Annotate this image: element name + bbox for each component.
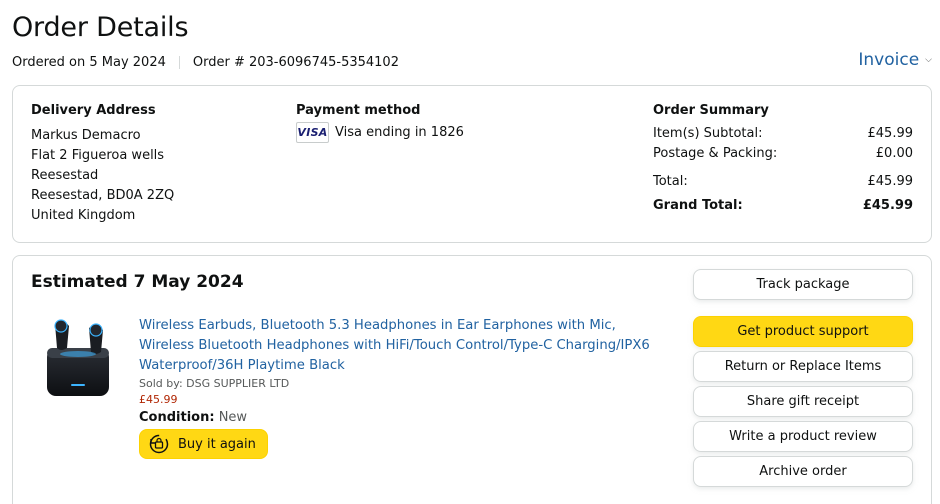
buy-again-button[interactable]: Buy it again: [139, 429, 268, 459]
track-package-button[interactable]: Track package: [693, 269, 913, 300]
summary-heading: Order Summary: [653, 103, 769, 118]
delivery-address: Delivery Address Markus Demacro Flat 2 F…: [31, 102, 174, 226]
address-line: Markus Demacro: [31, 128, 141, 143]
total-label: Total:: [653, 174, 688, 189]
payment-method: Payment method VISA Visa ending in 1826: [296, 102, 464, 143]
visa-card-icon: VISA: [296, 122, 329, 143]
invoice-dropdown[interactable]: Invoice ⌵: [858, 50, 932, 70]
postage-row: Postage & Packing: £0.00: [653, 144, 913, 164]
order-info-card: Delivery Address Markus Demacro Flat 2 F…: [12, 85, 932, 243]
grand-total-label: Grand Total:: [653, 198, 743, 213]
address-line: Flat 2 Figueroa wells: [31, 148, 165, 163]
item-price: £45.99: [139, 393, 178, 406]
estimated-delivery: Estimated 7 May 2024: [31, 272, 244, 292]
order-meta: Ordered on 5 May 2024 Order # 203-609674…: [12, 55, 399, 70]
item-condition: Condition: New: [139, 410, 247, 425]
total-row: Total: £45.99: [653, 172, 913, 192]
condition-label: Condition:: [139, 410, 215, 425]
subtotal-label: Item(s) Subtotal:: [653, 126, 763, 141]
postage-value: £0.00: [875, 146, 913, 161]
shipment-card: Estimated 7 May 2024 Wireless Earbuds, B…: [12, 255, 932, 504]
order-number: Order # 203-6096745-5354102: [192, 55, 399, 70]
address-line: United Kingdom: [31, 208, 136, 223]
address-line: Reesestad, BD0A 2ZQ: [31, 188, 175, 203]
postage-label: Postage & Packing:: [653, 146, 778, 161]
invoice-label: Invoice: [858, 50, 920, 70]
order-summary: Order Summary Item(s) Subtotal: £45.99 P…: [653, 102, 913, 216]
card-description: Visa ending in 1826: [335, 125, 464, 140]
product-title-link[interactable]: Wireless Earbuds, Bluetooth 5.3 Headphon…: [139, 316, 659, 376]
page-title: Order Details: [12, 12, 189, 43]
total-value: £45.99: [867, 174, 914, 189]
subtotal-value: £45.99: [867, 126, 914, 141]
write-review-button[interactable]: Write a product review: [693, 421, 913, 452]
address-line: Reesestad: [31, 168, 99, 183]
grand-total-value: £45.99: [862, 198, 913, 213]
gift-receipt-button[interactable]: Share gift receipt: [693, 386, 913, 417]
seller-info: Sold by: DSG SUPPLIER LTD: [139, 377, 290, 390]
archive-order-button[interactable]: Archive order: [693, 456, 913, 487]
product-support-button[interactable]: Get product support: [693, 316, 913, 347]
product-image[interactable]: [41, 314, 117, 404]
reorder-icon: [149, 434, 169, 454]
meta-divider: [178, 56, 180, 69]
subtotal-row: Item(s) Subtotal: £45.99: [653, 124, 913, 144]
payment-heading: Payment method: [296, 103, 421, 118]
buy-again-label: Buy it again: [178, 436, 256, 452]
order-date: Ordered on 5 May 2024: [12, 55, 166, 70]
return-replace-button[interactable]: Return or Replace Items: [693, 351, 913, 382]
grand-total-row: Grand Total: £45.99: [653, 196, 913, 216]
delivery-heading: Delivery Address: [31, 103, 156, 118]
chevron-down-icon: ⌵: [925, 55, 932, 65]
condition-value: New: [218, 410, 248, 425]
